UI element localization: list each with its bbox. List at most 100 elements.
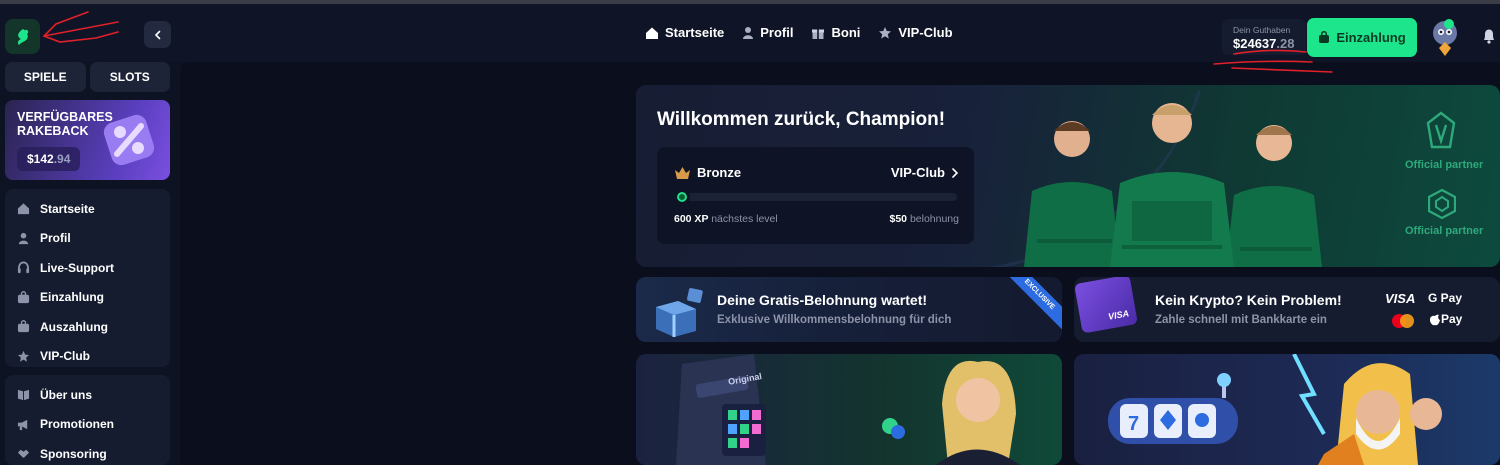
- sidebar-item-label: Einzahlung: [40, 290, 104, 305]
- nav-startseite[interactable]: Startseite: [645, 25, 724, 40]
- reward-suffix: belohnung: [909, 213, 959, 225]
- xp-next-level: 600 XP nächstes level: [674, 213, 778, 225]
- promo-subtitle: Zahle schnell mit Bankkarte ein: [1155, 314, 1327, 326]
- notifications-button[interactable]: [1482, 28, 1496, 49]
- partner-label-1: Official partner: [1405, 159, 1484, 171]
- wallet-out-icon: [17, 320, 30, 333]
- level-reward: $50 belohnung: [889, 213, 959, 225]
- bell-icon: [1484, 29, 1494, 44]
- visa-logo: VISA: [1385, 291, 1416, 306]
- wallet-icon: [1319, 31, 1330, 43]
- balance-value: $24637.28: [1233, 36, 1294, 51]
- svg-text:7: 7: [1128, 413, 1139, 435]
- sidebar-item-sponsoring[interactable]: Sponsoring: [5, 439, 170, 465]
- user-icon: [743, 26, 754, 39]
- bronze-crown-icon: [675, 166, 690, 179]
- vip-progress-knob: [674, 189, 690, 205]
- sidebar-item-einzahlung[interactable]: Einzahlung: [5, 283, 170, 313]
- gift-icon: [812, 29, 825, 39]
- rakeback-dec: .94: [53, 152, 71, 166]
- promo-title: Kein Krypto? Kein Problem!: [1155, 292, 1342, 308]
- user-icon: [18, 232, 29, 244]
- sidebar-item-label: VIP-Club: [40, 349, 90, 364]
- tab-slots[interactable]: SLOTS: [89, 62, 170, 92]
- deposit-label: Einzahlung: [1336, 30, 1406, 45]
- sidebar-item-label: Live-Support: [40, 260, 114, 275]
- collapse-sidebar-button[interactable]: [144, 21, 171, 48]
- top-header: Startseite Profil Boni VIP-Club Dein Gut…: [0, 4, 1500, 62]
- reward-value: $50: [889, 213, 908, 225]
- free-reward-banner[interactable]: Deine Gratis-Belohnung wartet! Exklusive…: [636, 277, 1062, 342]
- nav-profil[interactable]: Profil: [742, 25, 793, 40]
- brand-logo[interactable]: [5, 19, 40, 54]
- logo-icon: [17, 28, 28, 45]
- sidebar-item-live-support[interactable]: Live-Support: [5, 253, 170, 283]
- vip-rank-label: Bronze: [697, 165, 742, 180]
- balance-int: $24637: [1233, 36, 1277, 51]
- rakeback-amount: $142.94: [17, 147, 81, 171]
- mastercard-logo-icon: [1392, 314, 1414, 328]
- star-icon: [879, 26, 892, 39]
- google-pay-logo: G Pay: [1428, 291, 1463, 305]
- balance-dec: .28: [1276, 36, 1295, 51]
- balance-display[interactable]: Dein Guthaben $24637.28: [1222, 19, 1306, 55]
- sidebar-item-label: Startseite: [40, 201, 95, 216]
- payment-methods: VISA G Pay Pay: [1382, 291, 1492, 331]
- game-tile-slots[interactable]: 7: [1074, 354, 1500, 465]
- vip-club-link[interactable]: VIP-Club: [891, 165, 959, 180]
- balance-label: Dein Guthaben: [1233, 25, 1291, 35]
- wallet-icon: [17, 290, 30, 303]
- hero-title: Willkommen zurück, Champion!: [657, 109, 946, 130]
- vip-rank: Bronze: [674, 165, 741, 180]
- sidebar-item-label: Über uns: [40, 387, 93, 402]
- werder-logo-icon: [1426, 111, 1456, 149]
- handshake-icon: [17, 450, 30, 458]
- sidebar-item-label: Promotionen: [40, 417, 114, 432]
- apple-pay-logo: Pay: [1441, 312, 1463, 326]
- nav-label: Profil: [760, 25, 794, 40]
- cryptocom-logo-icon: [1428, 189, 1456, 219]
- chevron-left-icon: [154, 30, 160, 39]
- chevron-right-icon: [952, 167, 959, 178]
- star-icon: [17, 350, 30, 362]
- sidebar-tabs: SPIELE SLOTS: [5, 62, 170, 92]
- tab-spiele[interactable]: SPIELE: [5, 62, 86, 92]
- sidebar-item-startseite[interactable]: Startseite: [5, 194, 170, 224]
- sidebar-item-promotionen[interactable]: Promotionen: [5, 410, 170, 440]
- originals-banner-image: [676, 354, 1020, 465]
- bank-card-banner[interactable]: VISA Kein Krypto? Kein Problem! Zahle sc…: [1074, 277, 1500, 342]
- sidebar-item-profil[interactable]: Profil: [5, 224, 170, 254]
- nav-vip-club[interactable]: VIP-Club: [878, 25, 953, 40]
- sidebar-item-vip-club[interactable]: VIP-Club: [5, 342, 170, 372]
- nav-boni[interactable]: Boni: [811, 25, 860, 40]
- welcome-hero: Willkommen zurück, Champion! Bronze VIP-…: [636, 85, 1500, 267]
- home-icon: [17, 203, 30, 215]
- vip-progress-card[interactable]: Bronze VIP-Club 600 XP nächstes level $5…: [657, 147, 974, 244]
- nav-label: VIP-Club: [898, 25, 953, 40]
- sponsor-players-image: [987, 91, 1322, 267]
- sidebar-item-auszahlung[interactable]: Auszahlung: [5, 312, 170, 342]
- main-nav: Startseite Profil Boni VIP-Club: [645, 25, 953, 40]
- visa-card-image: VISA: [1074, 277, 1138, 334]
- megaphone-icon: [17, 419, 28, 430]
- promo-title: Deine Gratis-Belohnung wartet!: [717, 292, 928, 308]
- headset-icon: [17, 261, 30, 274]
- exclusive-badge: EXCLUSIVE: [1001, 277, 1062, 333]
- partner-label-2: Official partner: [1405, 225, 1484, 237]
- game-tile-originals[interactable]: Original: [636, 354, 1062, 465]
- sidebar-item-label: Profil: [40, 231, 71, 246]
- nav-label: Boni: [831, 25, 861, 40]
- deposit-button[interactable]: Einzahlung: [1307, 18, 1417, 57]
- vip-link-label: VIP-Club: [890, 165, 945, 180]
- promo-subtitle: Exklusive Willkommensbelohnung für dich: [717, 314, 952, 326]
- avatar[interactable]: [1430, 18, 1460, 58]
- home-icon: [646, 27, 658, 39]
- sidebar-menu-main: Startseite Profil Live-Support Einzahlun…: [5, 189, 170, 367]
- apple-icon: [1430, 314, 1440, 326]
- card-label: VISA: [1107, 308, 1130, 322]
- rakeback-card[interactable]: VERFÜGBARES RAKEBACK $142.94: [5, 100, 170, 180]
- sidebar-item-ueber-uns[interactable]: Über uns: [5, 380, 170, 410]
- xp-suffix: nächstes level: [711, 213, 778, 225]
- sidebar-item-label: Sponsoring: [40, 446, 107, 461]
- gift-box-icon: [656, 288, 703, 337]
